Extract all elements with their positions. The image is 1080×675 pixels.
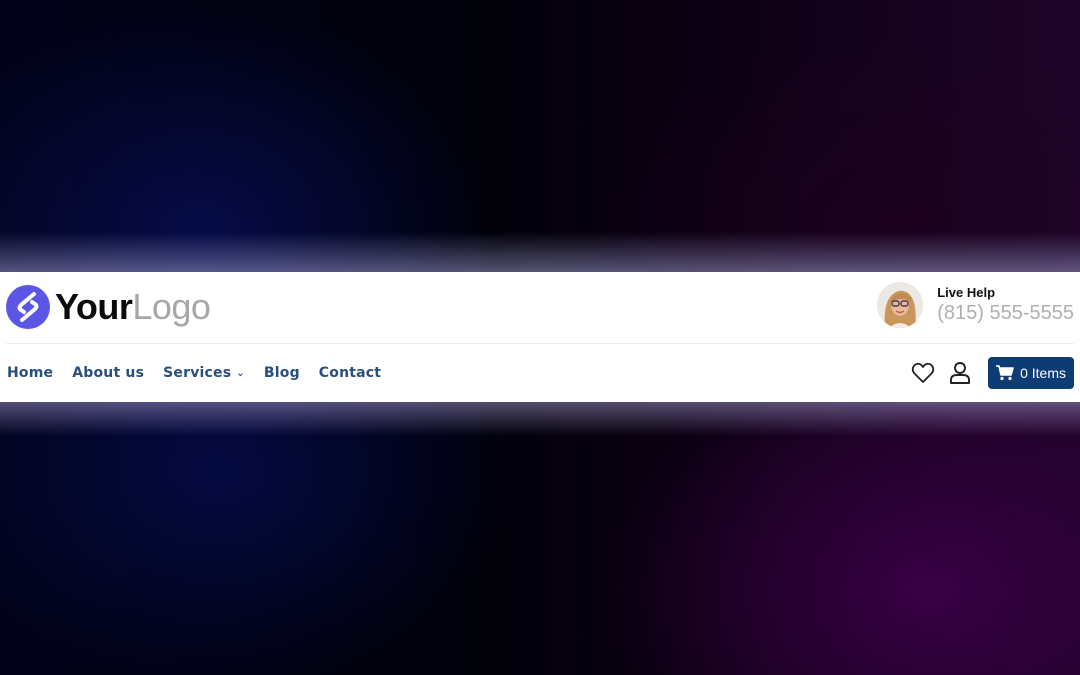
header-topbar: YourLogo Live Help (815) 555-5555 (0, 272, 1080, 343)
main-nav: Home About us Services ⌄ Blog Contact 0 … (0, 344, 1080, 402)
logo-text-logo: Logo (132, 286, 211, 327)
header-actions: 0 Items (910, 344, 1074, 402)
nav-item-contact[interactable]: Contact (319, 365, 381, 381)
header-glow-bottom (0, 402, 1080, 436)
nav-item-label: Services (163, 365, 232, 381)
account-button[interactable] (947, 360, 973, 386)
help-phone-number[interactable]: (815) 555-5555 (937, 301, 1074, 325)
header-glow-top (0, 232, 1080, 272)
live-help-label: Live Help (937, 285, 996, 300)
nav-item-blog[interactable]: Blog (264, 365, 300, 381)
nav-item-about-us[interactable]: About us (72, 365, 144, 381)
logo-text: YourLogo (55, 285, 211, 329)
nav-item-services[interactable]: Services ⌄ (163, 365, 245, 381)
wishlist-button[interactable] (910, 360, 936, 386)
logo-text-your: Your (55, 286, 133, 327)
avatar (877, 282, 924, 328)
cart-button[interactable]: 0 Items (988, 357, 1074, 389)
help-text: Live Help (815) 555-5555 (937, 285, 1074, 325)
logo-mark-icon (6, 285, 50, 329)
support-agent-avatar-icon (877, 282, 924, 328)
nav-item-label: Contact (318, 365, 382, 381)
heart-icon (911, 362, 935, 383)
user-icon (950, 362, 971, 384)
nav-item-label: Blog (263, 365, 300, 381)
cart-label: 0 Items (1020, 365, 1066, 381)
cart-icon (996, 365, 1014, 381)
nav-item-home[interactable]: Home (7, 365, 53, 381)
logo-link[interactable]: YourLogo (6, 285, 211, 329)
live-help[interactable]: Live Help (815) 555-5555 (877, 282, 1074, 328)
site-header: YourLogo Live Help (815) 555-5555 Home A… (0, 272, 1080, 402)
nav-menu: Home About us Services ⌄ Blog Contact (7, 344, 400, 402)
chevron-down-icon: ⌄ (236, 367, 245, 379)
nav-item-label: Home (7, 365, 54, 381)
nav-item-label: About us (72, 365, 145, 381)
